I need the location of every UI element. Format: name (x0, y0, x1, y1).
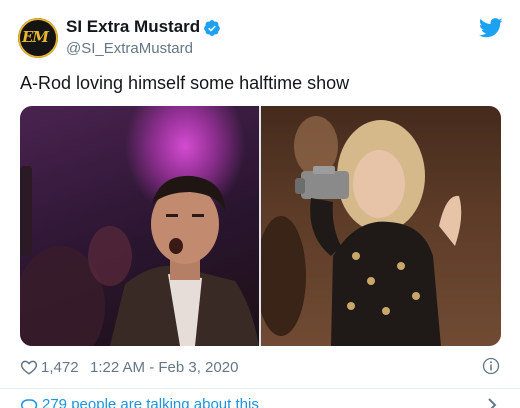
heart-icon[interactable] (20, 358, 38, 376)
author-handle[interactable]: @SI_ExtraMustard (66, 40, 193, 57)
avatar[interactable]: EM (18, 18, 58, 58)
woman-with-camcorder-photo[interactable] (261, 106, 501, 346)
chevron-right-icon[interactable] (486, 398, 498, 408)
left-photo-illustration (20, 166, 259, 346)
like-count[interactable]: 1,472 (41, 359, 79, 376)
tweet-timestamp[interactable]: 1:22 AM - Feb 3, 2020 (90, 359, 238, 376)
embedded-tweet: EM SI Extra Mustard @SI_ExtraMustard A-R… (0, 0, 520, 408)
divider (0, 388, 520, 389)
tweet-text: A-Rod loving himself some halftime show (20, 73, 350, 93)
comment-icon[interactable] (20, 398, 38, 408)
info-icon[interactable] (482, 357, 500, 375)
man-in-suit-cheering-photo[interactable] (20, 106, 259, 346)
twitter-bird-icon[interactable] (479, 18, 503, 38)
author-name[interactable]: SI Extra Mustard (66, 17, 200, 37)
tweet-media[interactable] (20, 106, 501, 346)
right-photo-illustration (261, 106, 501, 346)
verified-badge-icon (204, 20, 220, 36)
avatar-logo: EM (22, 28, 49, 46)
conversation-link[interactable]: 279 people are talking about this (42, 396, 259, 408)
